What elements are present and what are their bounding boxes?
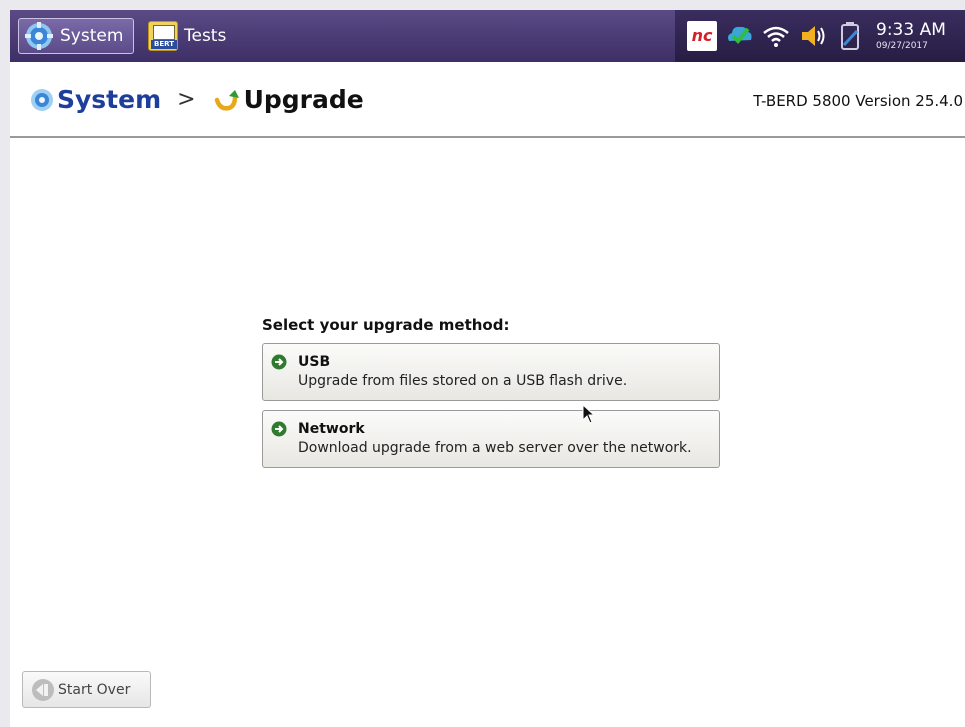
breadcrumb: System > Upgrade bbox=[30, 85, 364, 114]
speaker-icon[interactable] bbox=[798, 21, 828, 51]
cloud-check-icon[interactable] bbox=[724, 21, 754, 51]
network-description: Download upgrade from a web server over … bbox=[298, 440, 692, 456]
top-bar: System BERT Tests nc 9:33 AM 09/27/2017 bbox=[10, 10, 965, 63]
mouse-pointer-icon bbox=[582, 404, 596, 424]
battery-icon[interactable] bbox=[835, 21, 865, 51]
gear-icon bbox=[25, 22, 53, 50]
upgrade-method-prompt: Select your upgrade method: bbox=[262, 316, 510, 334]
nc-icon[interactable]: nc bbox=[687, 21, 717, 51]
clock-date: 09/27/2017 bbox=[876, 40, 928, 51]
start-over-label: Start Over bbox=[58, 681, 131, 698]
gear-icon bbox=[31, 88, 53, 111]
tab-tests-label: Tests bbox=[184, 26, 227, 46]
wifi-icon[interactable] bbox=[761, 21, 791, 51]
clock-time: 9:33 AM bbox=[876, 19, 946, 40]
rewind-icon bbox=[32, 678, 54, 701]
page-title: Upgrade bbox=[243, 85, 364, 114]
app-window: System BERT Tests nc 9:33 AM 09/27/2017 … bbox=[10, 10, 965, 727]
tab-system[interactable]: System bbox=[18, 18, 134, 54]
network-upgrade-button[interactable]: Network Download upgrade from a web serv… bbox=[262, 410, 720, 468]
arrow-right-icon bbox=[271, 421, 287, 437]
status-area: nc 9:33 AM 09/27/2017 bbox=[675, 10, 965, 62]
usb-title: USB bbox=[298, 354, 331, 370]
tab-system-label: System bbox=[60, 26, 124, 46]
usb-upgrade-button[interactable]: USB Upgrade from files stored on a USB f… bbox=[262, 343, 720, 401]
upgrade-icon bbox=[214, 89, 239, 111]
clock: 9:33 AM 09/27/2017 bbox=[876, 19, 946, 51]
network-title: Network bbox=[298, 421, 365, 437]
tab-tests[interactable]: BERT Tests bbox=[148, 18, 226, 54]
nc-icon-text: nc bbox=[691, 26, 713, 45]
page-header: System > Upgrade T-BERD 5800 Version 25.… bbox=[10, 62, 965, 138]
bert-icon: BERT bbox=[148, 21, 178, 51]
start-over-button[interactable]: Start Over bbox=[22, 671, 151, 708]
breadcrumb-system[interactable]: System bbox=[57, 85, 161, 114]
usb-description: Upgrade from files stored on a USB flash… bbox=[298, 373, 628, 389]
bert-icon-label: BERT bbox=[151, 40, 177, 49]
breadcrumb-separator: > bbox=[177, 87, 196, 112]
arrow-right-icon bbox=[271, 354, 287, 370]
version-label: T-BERD 5800 Version 25.4.0 bbox=[753, 92, 963, 110]
